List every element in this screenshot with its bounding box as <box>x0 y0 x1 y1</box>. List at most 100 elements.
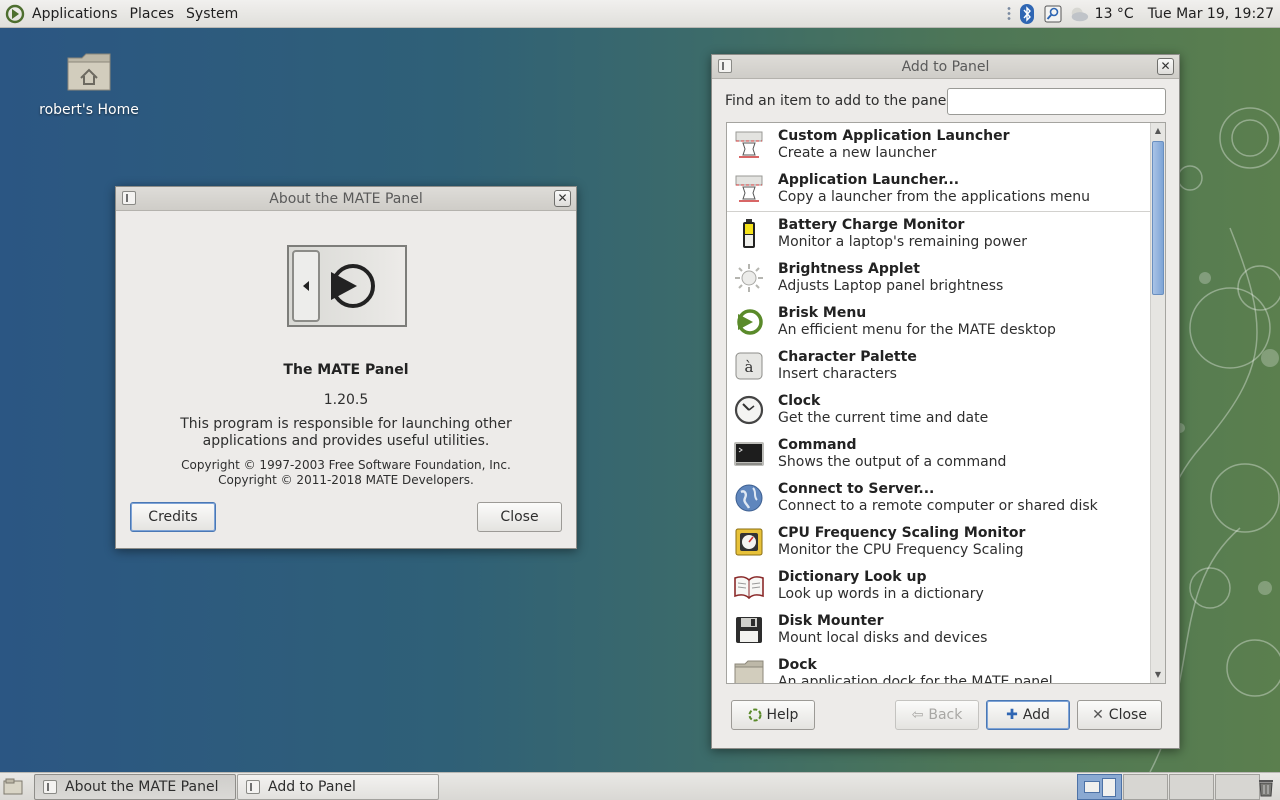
help-button[interactable]: Help <box>731 700 815 730</box>
list-item-battery-monitor[interactable]: Battery Charge Monitor Monitor a laptop'… <box>727 212 1151 256</box>
workspace-1[interactable] <box>1077 774 1122 800</box>
mate-panel-logo-icon <box>287 245 407 327</box>
floppy-disk-icon <box>736 617 762 643</box>
back-arrow-icon: ⇦ <box>911 707 924 723</box>
about-dialog: About the MATE Panel ✕ The MATE Panel 1.… <box>115 186 577 549</box>
item-name: Connect to Server... <box>778 481 935 497</box>
back-button[interactable]: ⇦ Back <box>895 700 979 730</box>
list-item-dictionary[interactable]: Dictionary Look up Look up words in a di… <box>727 564 1151 608</box>
applet-list-items: Custom Application Launcher Create a new… <box>727 123 1151 683</box>
item-desc: Create a new launcher <box>778 145 937 161</box>
launcher-icon <box>735 175 763 202</box>
task-add-to-panel[interactable]: Add to Panel <box>237 774 439 800</box>
scroll-down-icon[interactable]: ▼ <box>1151 667 1165 683</box>
item-desc: Connect to a remote computer or shared d… <box>778 498 1098 514</box>
window-icon <box>246 780 260 794</box>
home-folder-icon <box>67 53 111 91</box>
applet-list: Custom Application Launcher Create a new… <box>726 122 1166 684</box>
help-icon <box>748 708 762 722</box>
item-desc: Insert characters <box>778 366 897 382</box>
menu-places[interactable]: Places <box>124 0 181 28</box>
item-name: Dock <box>778 657 817 673</box>
system-tray: 13 °C Tue Mar 19, 19:27 <box>1006 0 1280 28</box>
menu-system[interactable]: System <box>180 0 244 28</box>
add-label: Add <box>1022 707 1050 723</box>
list-item-dock[interactable]: Dock An application dock for the MATE pa… <box>727 652 1151 683</box>
program-name: The MATE Panel <box>283 362 409 378</box>
clock-icon <box>734 395 764 425</box>
weather-cloudy-moon-icon[interactable] <box>1069 4 1089 24</box>
item-desc: Mount local disks and devices <box>778 630 988 646</box>
add-panel-title: Add to Panel <box>901 58 990 75</box>
workspace-switcher <box>1077 774 1261 800</box>
list-item-command[interactable]: Command Shows the output of a command <box>727 432 1151 476</box>
list-item-application-launcher[interactable]: Application Launcher... Copy a launcher … <box>727 167 1151 212</box>
about-close-button[interactable]: Close <box>477 502 562 532</box>
find-item-input[interactable] <box>947 88 1166 115</box>
help-label: Help <box>766 707 799 723</box>
launcher-icon <box>735 131 763 158</box>
temperature-label[interactable]: 13 °C <box>1095 6 1134 22</box>
task-about-mate-panel[interactable]: About the MATE Panel <box>34 774 236 800</box>
task-label: Add to Panel <box>268 779 356 795</box>
bottom-panel: About the MATE Panel Add to Panel <box>0 772 1280 800</box>
window-icon <box>43 780 57 794</box>
list-item-cpu-frequency-monitor[interactable]: CPU Frequency Scaling Monitor Monitor th… <box>727 520 1151 564</box>
list-item-clock[interactable]: Clock Get the current time and date <box>727 388 1151 432</box>
add-panel-close-button[interactable]: ✕ Close <box>1077 700 1162 730</box>
program-description: This program is responsible for launchin… <box>180 416 512 449</box>
credits-button[interactable]: Credits <box>130 502 216 532</box>
item-name: Disk Mounter <box>778 613 884 629</box>
list-scrollbar[interactable]: ▲ ▼ <box>1150 123 1165 683</box>
window-menu-icon[interactable] <box>718 59 732 73</box>
workspace-4[interactable] <box>1215 774 1260 800</box>
item-name: Clock <box>778 393 821 409</box>
item-name: Brisk Menu <box>778 305 867 321</box>
program-version: 1.20.5 <box>323 392 369 408</box>
scroll-up-icon[interactable]: ▲ <box>1151 123 1165 139</box>
item-desc: Monitor the CPU Frequency Scaling <box>778 542 1024 558</box>
scrollbar-thumb[interactable] <box>1152 141 1164 295</box>
add-to-panel-dialog: Add to Panel ✕ Find an item to add to th… <box>711 54 1180 749</box>
network-search-icon[interactable] <box>1043 4 1063 24</box>
item-name: Custom Application Launcher <box>778 128 1010 144</box>
home-folder-label: robert's Home <box>39 102 139 118</box>
show-desktop-icon[interactable] <box>3 778 23 796</box>
battery-icon <box>743 219 755 248</box>
close-icon[interactable]: ✕ <box>1157 58 1174 75</box>
character-palette-icon: à <box>735 352 763 380</box>
item-name: CPU Frequency Scaling Monitor <box>778 525 1026 541</box>
item-desc: Adjusts Laptop panel brightness <box>778 278 1004 294</box>
item-desc: Monitor a laptop's remaining power <box>778 234 1027 250</box>
list-item-brisk-menu[interactable]: Brisk Menu An efficient menu for the MAT… <box>727 300 1151 344</box>
plus-icon: ✚ <box>1006 707 1018 723</box>
trash-icon[interactable] <box>1257 777 1275 797</box>
copyright-line-2: Copyright © 2011-2018 MATE Developers. <box>218 473 474 487</box>
list-item-custom-launcher[interactable]: Custom Application Launcher Create a new… <box>727 123 1151 167</box>
item-name: Battery Charge Monitor <box>778 217 965 233</box>
close-icon[interactable]: ✕ <box>554 190 571 207</box>
list-item-connect-to-server[interactable]: Connect to Server... Connect to a remote… <box>727 476 1151 520</box>
item-desc: Look up words in a dictionary <box>778 586 984 602</box>
workspace-3[interactable] <box>1169 774 1214 800</box>
item-name: Dictionary Look up <box>778 569 927 585</box>
item-name: Brightness Applet <box>778 261 920 277</box>
home-folder-desktop-icon[interactable]: robert's Home <box>36 50 142 118</box>
workspace-2[interactable] <box>1123 774 1168 800</box>
about-titlebar[interactable]: About the MATE Panel ✕ <box>116 187 576 211</box>
clock-label[interactable]: Tue Mar 19, 19:27 <box>1148 6 1274 22</box>
bluetooth-icon[interactable] <box>1017 4 1037 24</box>
credits-label: Credits <box>148 509 198 525</box>
menu-applications[interactable]: Applications <box>26 0 124 28</box>
list-item-brightness-applet[interactable]: Brightness Applet Adjusts Laptop panel b… <box>727 256 1151 300</box>
mate-logo-icon[interactable] <box>4 3 26 25</box>
svg-text:à: à <box>745 358 754 376</box>
window-menu-icon[interactable] <box>122 191 136 205</box>
list-item-character-palette[interactable]: à Character Palette Insert characters <box>727 344 1151 388</box>
item-name: Character Palette <box>778 349 917 365</box>
tray-handle-icon[interactable] <box>1006 6 1011 22</box>
list-item-disk-mounter[interactable]: Disk Mounter Mount local disks and devic… <box>727 608 1151 652</box>
top-panel: Applications Places System 13 °C Tue Mar… <box>0 0 1280 28</box>
add-panel-titlebar[interactable]: Add to Panel ✕ <box>712 55 1179 79</box>
add-button[interactable]: ✚ Add <box>986 700 1070 730</box>
